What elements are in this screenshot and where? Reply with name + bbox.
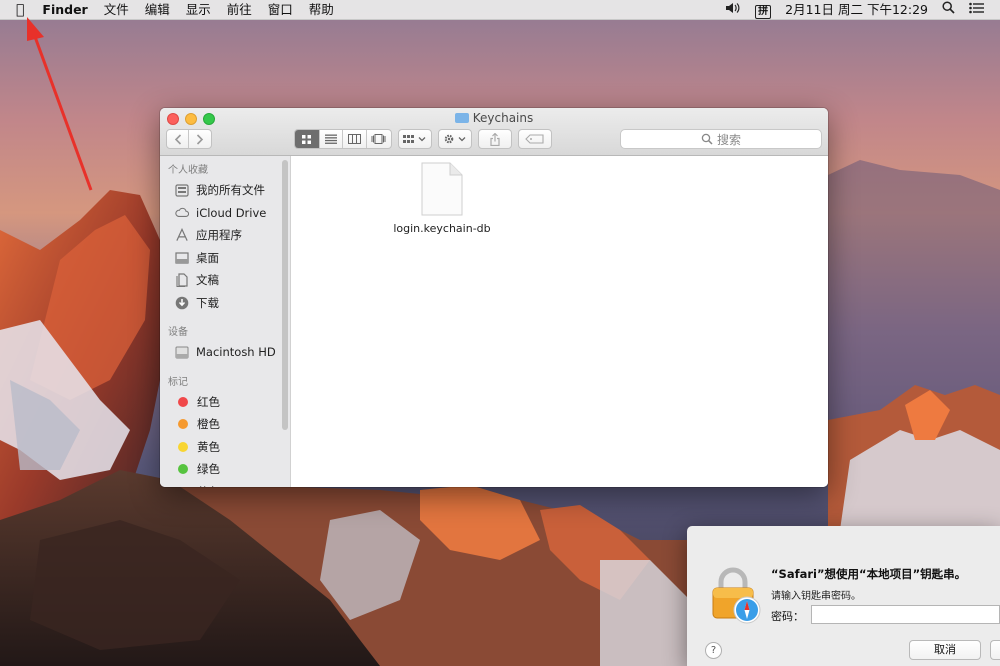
- all-files-icon: [175, 183, 189, 197]
- search-placeholder: 搜索: [716, 132, 741, 147]
- forward-button[interactable]: [189, 130, 211, 148]
- tags-button[interactable]: [518, 129, 552, 149]
- allow-button[interactable]: [990, 640, 1000, 660]
- view-mode-control: [294, 129, 392, 149]
- orange-tag-icon: [178, 419, 188, 430]
- sidebar-item-tag-red[interactable]: 红色: [160, 391, 290, 414]
- document-icon: [421, 162, 463, 216]
- tag-icon: [525, 134, 544, 144]
- sidebar-item-downloads[interactable]: 下载: [160, 292, 290, 315]
- finder-window: Keychains 搜索 个人收藏 我的所有文件 iCloud Drive 应用…: [160, 108, 828, 487]
- menu-window[interactable]: 窗口: [260, 0, 301, 20]
- chevron-right-icon: [196, 133, 204, 145]
- search-icon: [701, 133, 713, 145]
- sidebar-header-favorites: 个人收藏: [168, 165, 208, 176]
- gear-icon: [444, 134, 466, 144]
- columns-icon: [347, 134, 361, 144]
- menu-extras: 拼 2月11日 周二 下午12:29: [718, 0, 1000, 20]
- red-tag-icon: [178, 396, 188, 407]
- desktop-icon: [175, 251, 189, 265]
- nav-buttons: [166, 129, 212, 149]
- sidebar-item-tag-green[interactable]: 绿色: [160, 458, 290, 481]
- folder-icon: [454, 113, 469, 123]
- input-method-icon[interactable]: 拼: [748, 0, 778, 20]
- notification-center-icon[interactable]: [962, 0, 1000, 20]
- coverflow-icon: [371, 134, 386, 144]
- volume-icon[interactable]: [718, 0, 748, 20]
- sidebar-item-all-my-files[interactable]: 我的所有文件: [160, 179, 290, 202]
- arrange-button[interactable]: [398, 129, 432, 149]
- apple-menu-icon[interactable]: : [0, 0, 34, 20]
- menu-view[interactable]: 显示: [178, 0, 219, 20]
- window-title: Keychains: [160, 111, 828, 125]
- sidebar-header-tags: 标记: [168, 376, 188, 388]
- arrange-icon: [403, 135, 426, 143]
- action-button[interactable]: [438, 129, 472, 149]
- green-tag-icon: [178, 464, 188, 475]
- yellow-tag-icon: [178, 441, 188, 452]
- hard-drive-icon: [175, 345, 189, 359]
- password-label: 密码：: [771, 610, 804, 623]
- finder-content[interactable]: login.keychain-db: [291, 156, 828, 487]
- sidebar-scrollbar[interactable]: [282, 160, 288, 430]
- help-button[interactable]: ?: [705, 642, 722, 659]
- finder-titlebar[interactable]: Keychains 搜索: [160, 108, 828, 156]
- file-name: login.keychain-db: [393, 222, 491, 235]
- sidebar-item-macintosh-hd[interactable]: Macintosh HD: [160, 341, 290, 364]
- sidebar-header-devices: 设备: [168, 327, 188, 338]
- grid-icon: [302, 134, 312, 144]
- menu-go[interactable]: 前往: [219, 0, 260, 20]
- finder-sidebar: 个人收藏 我的所有文件 iCloud Drive 应用程序 桌面 文稿 下载 设…: [160, 156, 291, 487]
- chevron-left-icon: [174, 133, 181, 145]
- menu-bar:  Finder 文件 编辑 显示 前往 窗口 帮助 拼 2月11日 周二 下午…: [0, 0, 1000, 20]
- dialog-subtitle: 请输入钥匙串密码。: [771, 591, 861, 602]
- keychain-lock-icon: [711, 566, 771, 626]
- cloud-icon: [175, 206, 189, 220]
- sidebar-item-applications[interactable]: 应用程序: [160, 224, 290, 247]
- sidebar-item-tag-orange[interactable]: 橙色: [160, 413, 290, 436]
- menu-file[interactable]: 文件: [96, 0, 137, 20]
- applications-icon: [175, 228, 189, 242]
- icon-view-button[interactable]: [295, 130, 320, 148]
- sidebar-item-icloud-drive[interactable]: iCloud Drive: [160, 202, 290, 225]
- share-icon: [490, 132, 500, 146]
- list-view-button[interactable]: [320, 130, 344, 148]
- back-button[interactable]: [167, 130, 190, 148]
- documents-icon: [175, 273, 189, 288]
- password-field[interactable]: [811, 605, 1000, 624]
- coverflow-view-button[interactable]: [367, 130, 391, 148]
- list-icon: [324, 134, 337, 144]
- menu-edit[interactable]: 编辑: [137, 0, 178, 20]
- share-button[interactable]: [478, 129, 512, 149]
- search-input[interactable]: 搜索: [620, 129, 822, 149]
- menu-app-name[interactable]: Finder: [34, 0, 95, 20]
- sidebar-item-desktop[interactable]: 桌面: [160, 247, 290, 270]
- file-item[interactable]: login.keychain-db: [387, 162, 497, 235]
- spotlight-icon[interactable]: [935, 0, 962, 20]
- dialog-title: “Safari”想使用“本地项目”钥匙串。: [771, 567, 967, 581]
- menu-clock[interactable]: 2月11日 周二 下午12:29: [778, 0, 935, 20]
- menu-help[interactable]: 帮助: [301, 0, 342, 20]
- sidebar-item-tag-blue[interactable]: 蓝色: [160, 481, 290, 487]
- downloads-icon: [175, 296, 189, 310]
- sidebar-item-tag-yellow[interactable]: 黄色: [160, 436, 290, 459]
- keychain-dialog: “Safari”想使用“本地项目”钥匙串。 请输入钥匙串密码。 密码： ? 取消: [687, 526, 1000, 666]
- cancel-button[interactable]: 取消: [909, 640, 981, 660]
- column-view-button[interactable]: [343, 130, 367, 148]
- sidebar-item-documents[interactable]: 文稿: [160, 269, 290, 292]
